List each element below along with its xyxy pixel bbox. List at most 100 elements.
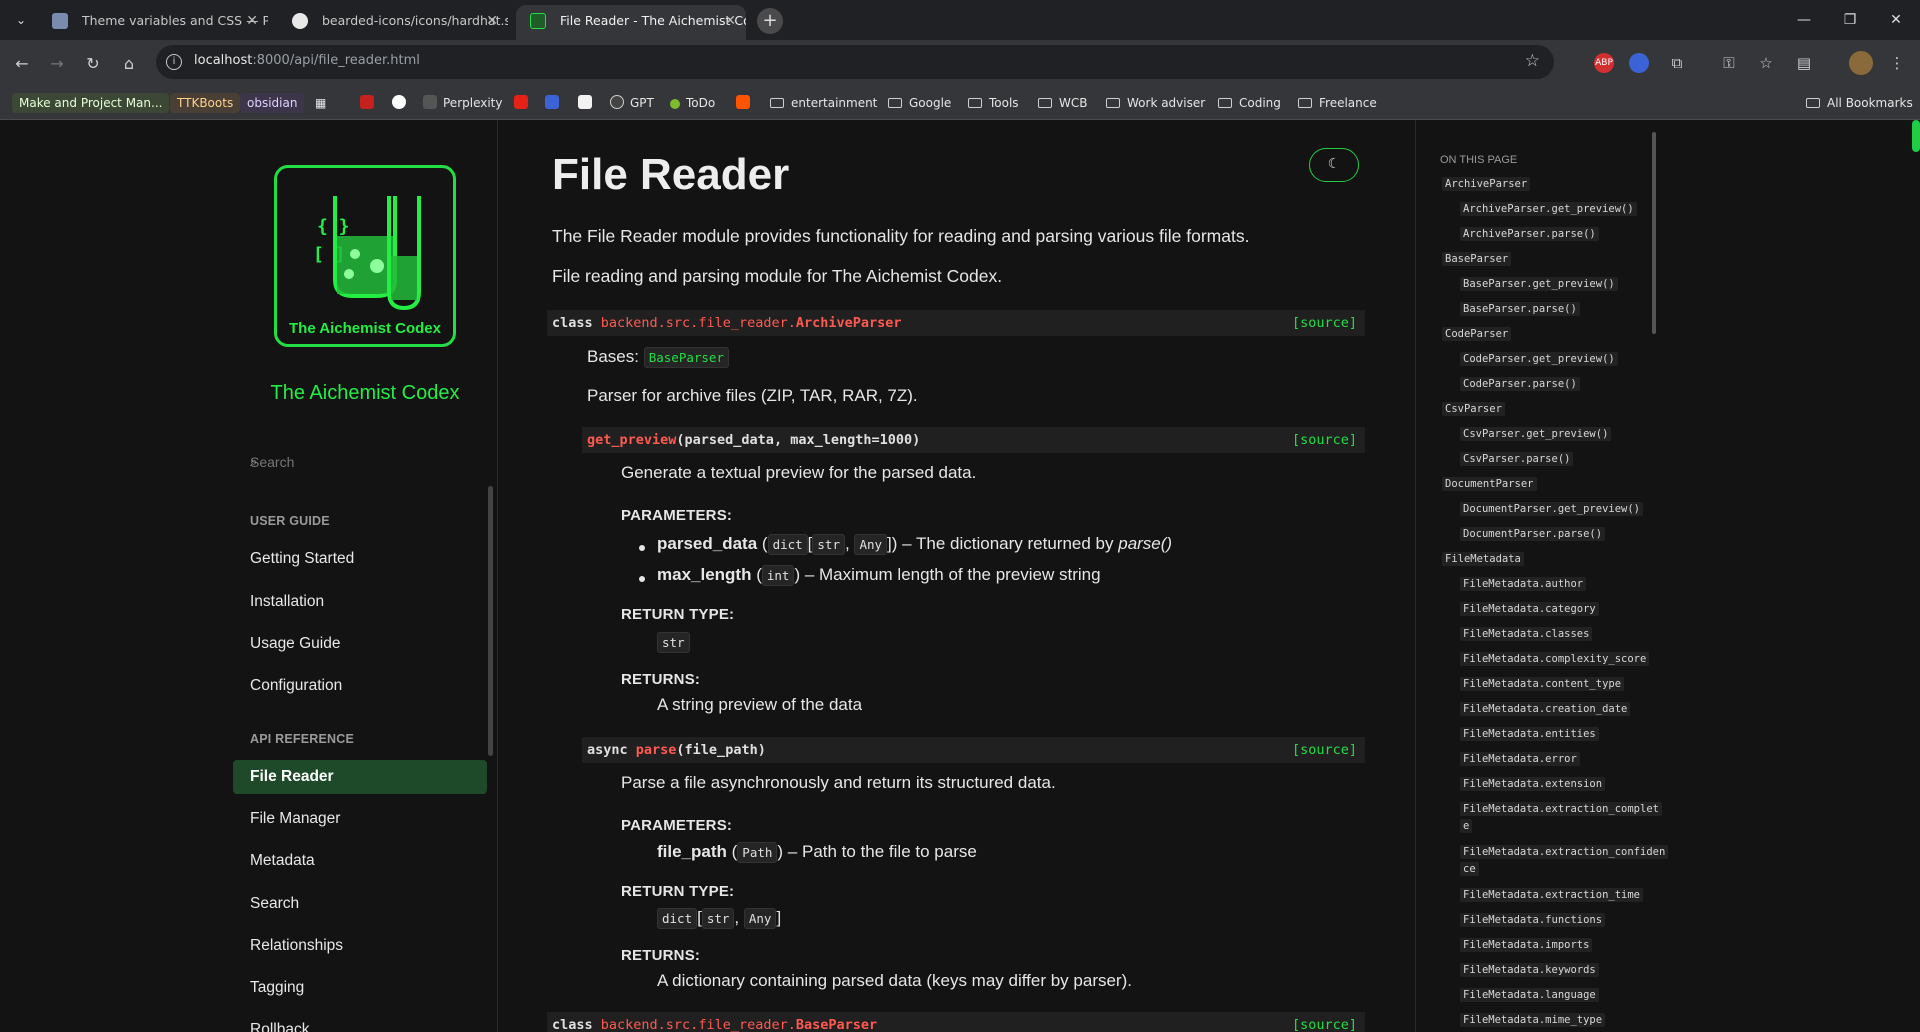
tab-file-reader[interactable]: File Reader - The Aichemist Co ✕	[516, 5, 746, 40]
toc-item[interactable]: FileMetadata.extraction_complet e	[1460, 801, 1662, 835]
toc-item[interactable]: BaseParser.get_preview()	[1460, 276, 1618, 293]
base-class-link[interactable]: BaseParser	[643, 347, 729, 368]
bookmark-icon-blue[interactable]	[545, 93, 565, 113]
site-info-icon[interactable]: i	[166, 54, 182, 70]
reload-icon[interactable]: ↻	[81, 52, 105, 76]
sidebar-search[interactable]: ⌕ Search	[250, 454, 294, 470]
toc-item[interactable]: CodeParser	[1442, 326, 1512, 343]
forward-icon[interactable]: →	[45, 52, 69, 76]
tab-close-icon[interactable]: ✕	[486, 5, 498, 37]
toc-item[interactable]: DocumentParser	[1442, 476, 1537, 493]
toc-item[interactable]: FileMetadata.creation_date	[1460, 701, 1631, 718]
bookmark-item[interactable]: Make and Project Man...	[12, 93, 170, 113]
nav-usage-guide[interactable]: Usage Guide	[233, 627, 487, 661]
toc-item[interactable]: FileMetadata.content_type	[1460, 676, 1625, 693]
home-icon[interactable]: ⌂	[117, 52, 141, 76]
extensions-puzzle-icon[interactable]: ⧉	[1666, 52, 1688, 74]
restore-icon[interactable]: ❐	[1827, 0, 1873, 40]
toc-item[interactable]: CodeParser.parse()	[1460, 376, 1580, 393]
nav-relationships[interactable]: Relationships	[233, 929, 487, 963]
toc-item[interactable]: FileMetadata	[1442, 551, 1524, 568]
toc-item[interactable]: CsvParser.get_preview()	[1460, 426, 1612, 443]
google-icon[interactable]	[392, 93, 412, 113]
toc-item[interactable]: FileMetadata.language	[1460, 987, 1599, 1004]
favorites-icon[interactable]: ☆	[1755, 52, 1777, 74]
theme-toggle-button[interactable]: ☾	[1309, 148, 1359, 182]
nav-tagging[interactable]: Tagging	[233, 971, 487, 1005]
new-tab-button[interactable]: +	[757, 8, 783, 34]
tab-close-icon[interactable]: ✕	[246, 5, 258, 37]
toc-item[interactable]: FileMetadata.error	[1460, 751, 1580, 768]
bookmark-item[interactable]: TTKBoots	[170, 93, 241, 113]
bookmark-folder-google[interactable]: Google	[888, 93, 951, 113]
source-link[interactable]: [source]	[1292, 737, 1357, 763]
toc-item[interactable]: FileMetadata.extraction_confiden ce	[1460, 844, 1669, 878]
toc-item[interactable]: FileMetadata.keywords	[1460, 962, 1599, 979]
password-key-icon[interactable]: ⚿	[1718, 52, 1740, 74]
project-name-link[interactable]: The Aichemist Codex	[230, 382, 500, 405]
side-panel-icon[interactable]: ▤	[1793, 52, 1815, 74]
toc-item[interactable]: CsvParser	[1442, 401, 1505, 418]
profile-avatar[interactable]	[1849, 51, 1873, 75]
nav-metadata[interactable]: Metadata	[233, 844, 487, 878]
toc-item[interactable]: FileMetadata.mime_type	[1460, 1012, 1606, 1029]
toc-item[interactable]: CodeParser.get_preview()	[1460, 351, 1618, 368]
toc-item[interactable]: FileMetadata.imports	[1460, 937, 1593, 954]
toc-item[interactable]: BaseParser	[1442, 251, 1512, 268]
amazon-icon[interactable]	[578, 93, 598, 113]
toc-item[interactable]: FileMetadata.entities	[1460, 726, 1599, 743]
bookmark-folder-work-adviser[interactable]: Work adviser	[1106, 93, 1205, 113]
toc-item[interactable]: CsvParser.parse()	[1460, 451, 1574, 468]
bookmark-todo[interactable]: ToDo	[670, 93, 715, 113]
bookmark-folder-coding[interactable]: Coding	[1218, 93, 1281, 113]
toc-item[interactable]: BaseParser.parse()	[1460, 301, 1580, 318]
nav-file-reader[interactable]: File Reader	[233, 760, 487, 794]
close-window-icon[interactable]: ✕	[1873, 0, 1919, 40]
nav-getting-started[interactable]: Getting Started	[233, 542, 487, 576]
source-link[interactable]: [source]	[1292, 310, 1357, 336]
nav-rollback[interactable]: Rollback	[233, 1013, 487, 1032]
nav-search[interactable]: Search	[233, 887, 487, 921]
gmail-icon[interactable]	[360, 93, 380, 113]
apps-grid-icon[interactable]: ▦	[315, 93, 326, 113]
toc-item[interactable]: FileMetadata.extension	[1460, 776, 1606, 793]
all-bookmarks-folder[interactable]: All Bookmarks	[1806, 93, 1913, 113]
bookmark-star-icon[interactable]: ☆	[1525, 51, 1540, 71]
back-icon[interactable]: ←	[10, 52, 34, 76]
toc-scrollbar[interactable]	[1652, 132, 1656, 334]
nav-file-manager[interactable]: File Manager	[233, 802, 487, 836]
bookmark-perplexity[interactable]: Perplexity	[423, 93, 503, 113]
toc-item[interactable]: FileMetadata.complexity_score	[1460, 651, 1650, 668]
browser-menu-icon[interactable]: ⋮	[1886, 52, 1908, 74]
source-link[interactable]: [source]	[1292, 427, 1357, 453]
bookmark-folder-tools[interactable]: Tools	[968, 93, 1019, 113]
bookmark-item[interactable]: obsidian	[240, 93, 305, 113]
source-link[interactable]: [source]	[1292, 1012, 1357, 1032]
toc-item[interactable]: DocumentParser.parse()	[1460, 526, 1606, 543]
page-scrollbar[interactable]	[1912, 120, 1920, 152]
bookmark-folder-freelance[interactable]: Freelance	[1298, 93, 1377, 113]
url-text[interactable]: localhost:8000/api/file_reader.html	[194, 53, 420, 68]
toc-item[interactable]: DocumentParser.get_preview()	[1460, 501, 1644, 518]
tab-close-icon[interactable]: ✕	[724, 5, 736, 37]
sidebar-scrollbar[interactable]	[488, 486, 493, 756]
toc-item[interactable]: ArchiveParser.parse()	[1460, 226, 1599, 243]
nav-configuration[interactable]: Configuration	[233, 669, 487, 703]
youtube-icon[interactable]	[514, 93, 534, 113]
nav-installation[interactable]: Installation	[233, 585, 487, 619]
toc-item[interactable]: FileMetadata.category	[1460, 601, 1599, 618]
tab-theme-variables[interactable]: Theme variables and CSS — Py ✕	[38, 5, 268, 40]
soundcloud-icon[interactable]	[736, 93, 756, 113]
bookmark-folder-entertainment[interactable]: entertainment	[770, 93, 877, 113]
toc-item[interactable]: FileMetadata.classes	[1460, 626, 1593, 643]
project-logo[interactable]: { } [ ] The Aichemist Codex	[274, 165, 456, 347]
address-bar[interactable]: i localhost:8000/api/file_reader.html ☆	[156, 45, 1554, 79]
toc-item[interactable]: FileMetadata.author	[1460, 576, 1587, 593]
toc-item[interactable]: FileMetadata.functions	[1460, 912, 1606, 929]
parse-reference-link[interactable]: parse()	[1118, 534, 1172, 553]
minimize-icon[interactable]: —	[1781, 0, 1827, 40]
tab-search-dropdown-icon[interactable]: ⌄	[9, 9, 33, 31]
toc-item[interactable]: FileMetadata.extraction_time	[1460, 887, 1644, 904]
tab-bearded-icons[interactable]: bearded-icons/icons/hardhat.s ✕	[278, 5, 508, 40]
bookmark-folder-wcb[interactable]: WCB	[1038, 93, 1087, 113]
